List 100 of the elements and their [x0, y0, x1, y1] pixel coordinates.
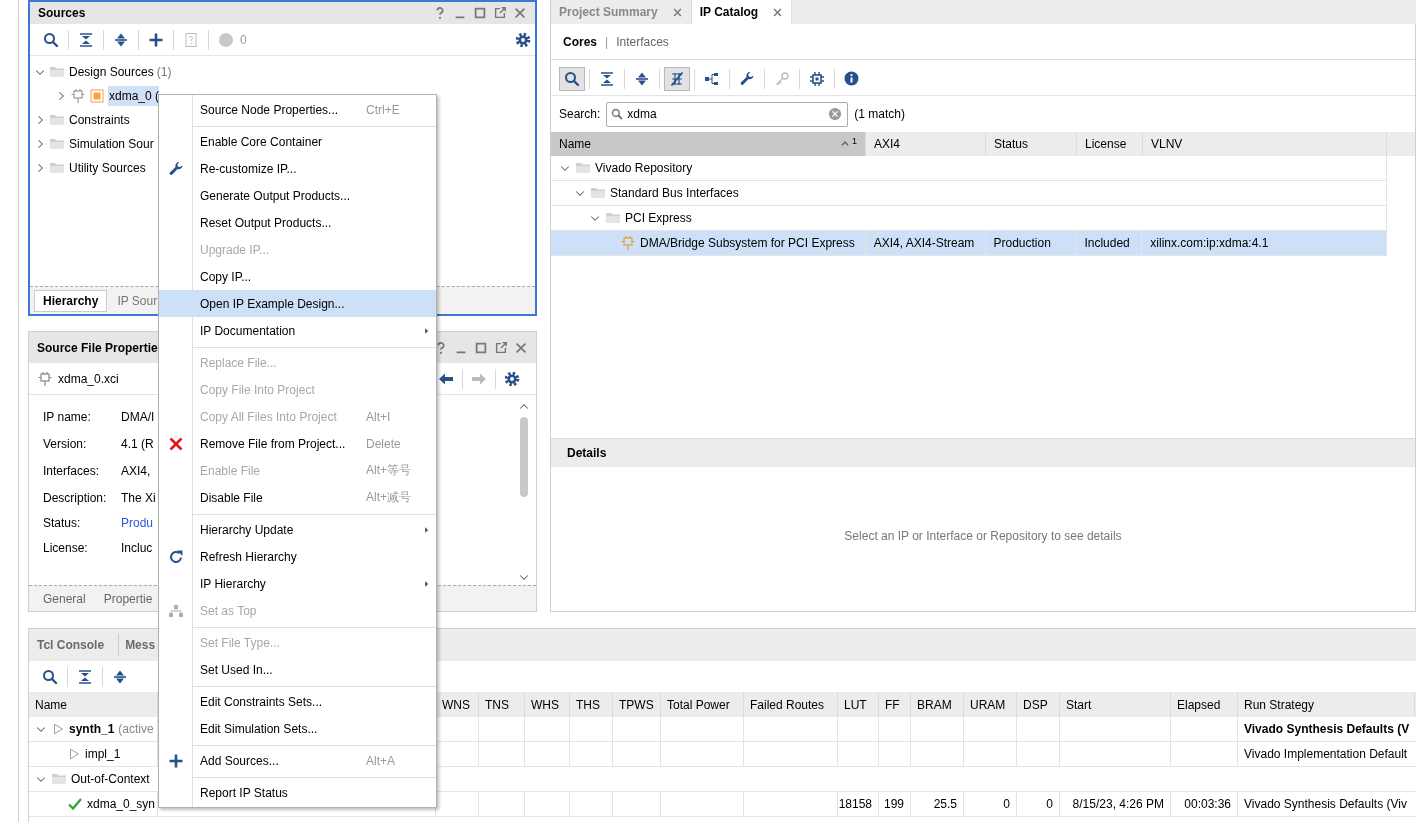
menu-item[interactable]: Open IP Example Design... — [159, 290, 436, 317]
column-header[interactable]: License — [1077, 132, 1143, 156]
tree-item-label: PCI Express — [625, 211, 692, 225]
menu-item[interactable]: Hierarchy Update — [159, 516, 436, 543]
column-header[interactable]: Name 1 — [551, 132, 866, 156]
panel-tab[interactable]: Tcl Console — [33, 634, 120, 656]
table-cell-text: xilinx.com:ip:xdma:4.1 — [1149, 235, 1270, 252]
menu-item[interactable]: Edit Constraints Sets... — [159, 688, 436, 715]
field-value: The Xi — [121, 491, 156, 505]
column-header[interactable]: BRAM — [911, 692, 964, 717]
menu-item[interactable]: Report IP Status — [159, 779, 436, 806]
menu-item[interactable]: Re-customize IP... — [159, 155, 436, 182]
menu-item[interactable]: Generate Output Products... — [159, 182, 436, 209]
column-header[interactable]: URAM — [964, 692, 1017, 717]
table-cell: 0 — [964, 792, 1017, 816]
menu-item[interactable]: Disable File Alt+减号 — [159, 484, 436, 511]
panel-tab[interactable]: IP Sour — [113, 290, 158, 311]
shortcut-label: Alt+等号 — [366, 462, 412, 479]
tree-item[interactable]: Simulation Sour — [68, 134, 154, 154]
separator-label: | — [605, 34, 609, 49]
field-value: 4.1 (R — [121, 436, 154, 451]
match-count: (1 match) — [854, 107, 906, 121]
table-cell: AXI4, AXI4-Stream — [865, 231, 986, 255]
file-name: xdma_0.xci — [58, 371, 119, 386]
run-note: (active — [118, 722, 154, 736]
panel-tab[interactable]: General — [35, 588, 94, 609]
search-field[interactable]: xdma — [606, 101, 849, 127]
column-header[interactable]: Status — [986, 132, 1077, 156]
view-tab[interactable]: Cores — [563, 34, 597, 49]
table-cell: 199 — [879, 792, 911, 816]
menu-item[interactable]: Refresh Hierarchy — [159, 543, 436, 570]
column-header[interactable]: DSP — [1017, 692, 1060, 717]
shortcut-label: Alt+I — [366, 409, 392, 424]
field-value: AXI4, — [121, 463, 151, 478]
column-header[interactable]: Total Power — [661, 692, 744, 717]
field-value: Incluc — [121, 540, 153, 555]
shortcut-label: Alt+A — [366, 753, 396, 768]
menu-item[interactable]: Copy IP... — [159, 263, 436, 290]
panel-title: Source File Propertie — [37, 340, 158, 355]
column-header[interactable]: VLNV — [1143, 132, 1387, 156]
table-row[interactable]: Vivado Repository — [551, 156, 1387, 181]
column-header[interactable]: TNS — [479, 692, 525, 717]
tree-item-label: Standard Bus Interfaces — [610, 186, 739, 200]
table-cell-text: Vivado Synthesis Defaults (Viv — [1243, 796, 1408, 813]
tree-item-label: DMA/Bridge Subsystem for PCI Express — [640, 236, 855, 250]
column-header[interactable]: WHS — [525, 692, 570, 717]
menu-item[interactable]: Reset Output Products... — [159, 209, 436, 236]
field-label: License: — [43, 540, 89, 555]
menu-item[interactable]: IP Hierarchy — [159, 570, 436, 597]
table-cell: Included — [1076, 231, 1143, 255]
field-label: Description: — [43, 491, 108, 505]
menu-item[interactable]: IP Documentation — [159, 317, 436, 344]
field-label: Interfaces: — [43, 463, 101, 478]
table-cell: 18158 — [838, 792, 879, 816]
column-header[interactable]: Run Strategy — [1238, 692, 1415, 717]
table-row[interactable]: Standard Bus Interfaces — [551, 181, 1387, 206]
menu-item[interactable]: Remove File from Project... Delete — [159, 430, 436, 457]
table-cell: 25.5 — [911, 792, 964, 816]
menu-item[interactable]: Add Sources... Alt+A — [159, 747, 436, 774]
column-header[interactable]: THS — [570, 692, 613, 717]
field-label: IP name: — [43, 409, 92, 424]
column-header[interactable]: FF — [879, 692, 911, 717]
column-header[interactable]: Elapsed — [1171, 692, 1238, 717]
panel-tab[interactable]: Propertie — [95, 588, 161, 609]
tree-item[interactable]: Constraints — [68, 110, 130, 130]
run-name[interactable]: synth_1 — [69, 722, 115, 736]
table-cell: 00:03:36 — [1171, 792, 1238, 816]
panel-tab[interactable]: Mess — [119, 634, 156, 656]
column-header[interactable]: TPWS — [613, 692, 661, 717]
column-header[interactable]: AXI4 — [866, 132, 986, 156]
view-tab[interactable]: Interfaces — [616, 34, 669, 49]
shortcut-label: Delete — [366, 436, 402, 451]
shortcut-label: Ctrl+E — [366, 102, 401, 117]
section-title: Details — [567, 446, 607, 460]
panel-tab[interactable]: Hierarchy — [34, 289, 108, 312]
panel-title: Sources — [38, 6, 86, 20]
item-count: (1) — [156, 65, 172, 79]
details-hint: Select an IP or Interface or Repository to see details — [844, 529, 1122, 543]
column-header[interactable]: Start — [1060, 692, 1171, 717]
menu-item[interactable]: Source Node Properties... Ctrl+E — [159, 96, 436, 123]
field-label: Status: — [43, 516, 82, 530]
table-cell-text: Vivado Implementation Default — [1243, 746, 1409, 763]
tree-item[interactable]: Utility Sources — [68, 158, 146, 178]
editor-tab[interactable]: IP Catalog — [691, 0, 793, 24]
run-name[interactable]: xdma_0_syn — [87, 797, 156, 811]
menu-item[interactable]: Set Used In... — [159, 656, 436, 683]
issue-count: 0 — [240, 32, 247, 47]
column-header[interactable]: LUT — [838, 692, 879, 717]
run-name[interactable]: Out-of-Context — [71, 772, 150, 786]
menu-item[interactable]: Enable Core Container — [159, 128, 436, 155]
table-cell: Production — [985, 231, 1077, 255]
table-row[interactable]: DMA/Bridge Subsystem for PCI Express AXI4, AXI4-Stream Production Included xilinx.com:ip:xdma:4.1 — [551, 231, 1387, 256]
search-label: Search: — [559, 107, 601, 121]
tree-item-label: Vivado Repository — [595, 161, 693, 175]
field-link[interactable]: Produ — [121, 516, 154, 530]
tree-item[interactable]: Design Sources — [68, 62, 154, 82]
table-cell: 8/15/23, 4:26 PM — [1060, 792, 1171, 816]
run-name[interactable]: impl_1 — [85, 747, 121, 761]
column-header[interactable]: Failed Routes — [744, 692, 838, 717]
menu-item[interactable]: Edit Simulation Sets... — [159, 715, 436, 742]
